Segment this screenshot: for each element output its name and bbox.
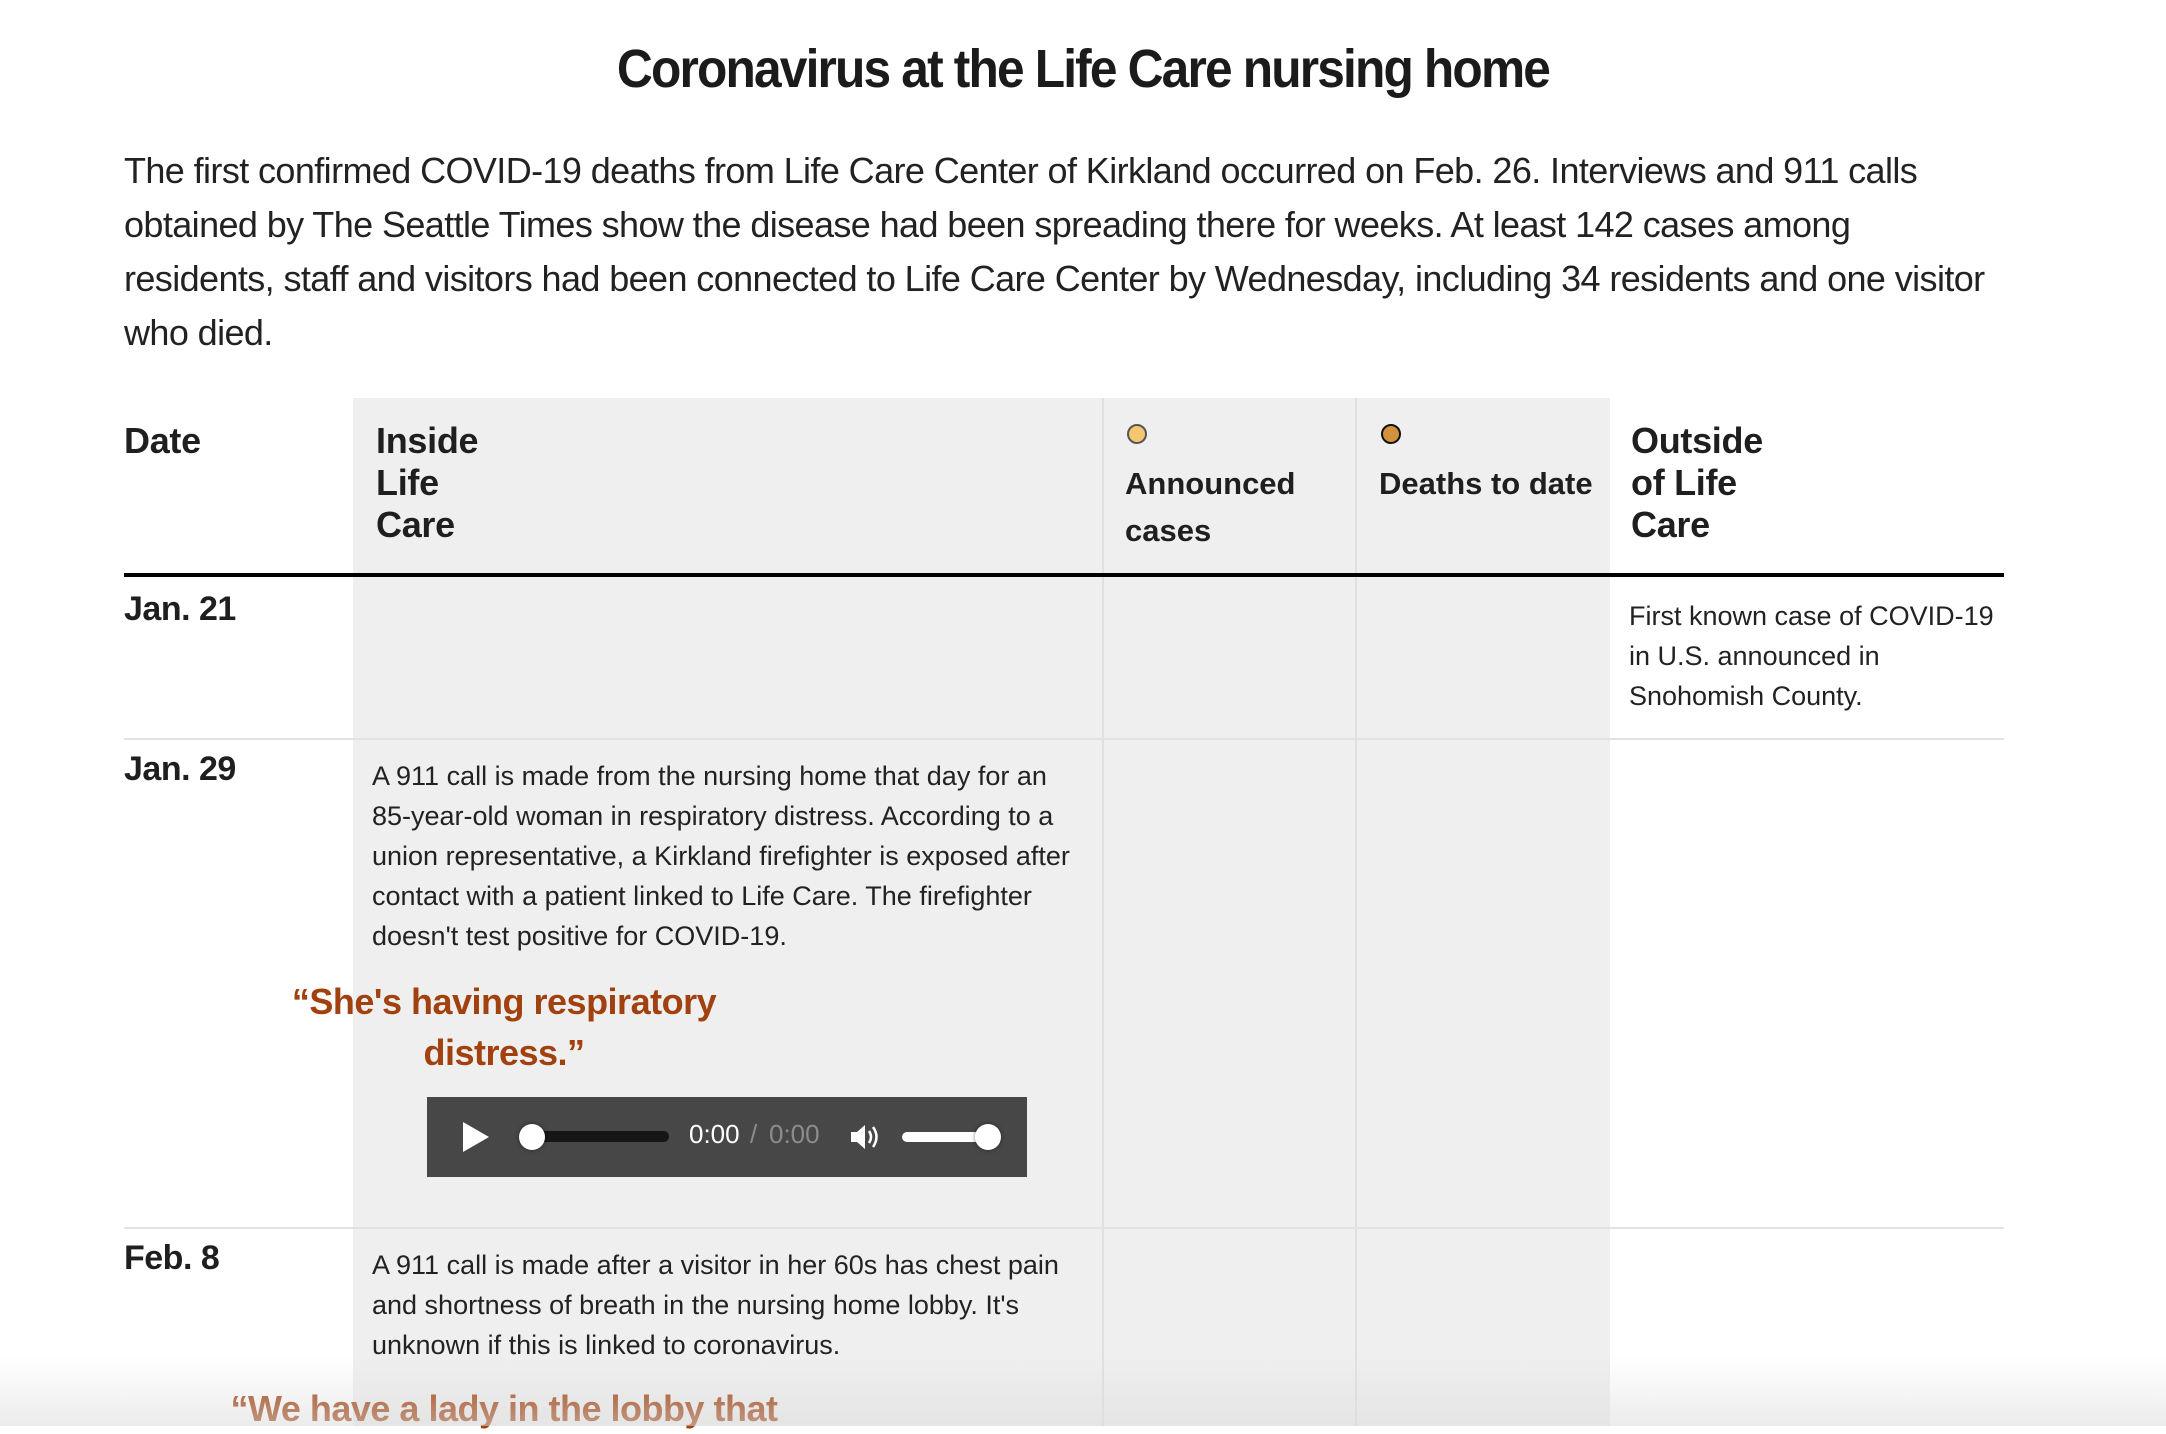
header-rule (124, 573, 2004, 577)
row-date: Feb. 8 (124, 1239, 220, 1277)
page-title: Coronavirus at the Life Care nursing hom… (616, 39, 1551, 99)
deaths-legend-dot-icon (1381, 424, 1401, 444)
header-inside: Inside Life Care (376, 420, 479, 545)
audio-player: 0:00 / 0:00 (427, 1097, 1027, 1177)
volume-icon[interactable] (847, 1119, 883, 1155)
column-divider (1102, 398, 1104, 1426)
row-date: Jan. 29 (124, 750, 236, 788)
row-inside-text: A 911 call is made after a visitor in he… (372, 1250, 1059, 1360)
row-quote: “We have a lady in the lobby that (230, 1388, 778, 1429)
intro-paragraph: The first confirmed COVID-19 deaths from… (124, 150, 1985, 353)
header-deaths: Deaths to date (1379, 466, 1593, 501)
announced-cases-legend-dot-icon (1127, 424, 1147, 444)
row-inside-text: A 911 call is made from the nursing home… (372, 761, 1070, 951)
header-date: Date (124, 420, 201, 461)
header-outside: Outside of Life Care (1631, 420, 1763, 545)
row-outside-text: First known case of COVID-19 in U.S. ann… (1629, 601, 1994, 711)
play-icon[interactable] (463, 1122, 489, 1152)
time-separator: / (750, 1119, 758, 1149)
seek-handle[interactable] (519, 1124, 545, 1150)
row-divider (124, 1227, 2004, 1229)
column-divider (1355, 398, 1357, 1426)
duration-time: 0:00 (769, 1119, 820, 1149)
timeline-table: Date Inside Life Care Announced cases De… (124, 398, 2004, 1429)
row-quote: “She's having respiratory distress.” (291, 981, 717, 1073)
deaths-column-bg (1356, 398, 1610, 1426)
volume-handle[interactable] (975, 1124, 1001, 1150)
header-cases: Announced cases (1125, 466, 1296, 548)
row-date: Jan. 21 (124, 590, 236, 628)
current-time: 0:00 (689, 1119, 740, 1149)
row-divider (124, 738, 2004, 740)
